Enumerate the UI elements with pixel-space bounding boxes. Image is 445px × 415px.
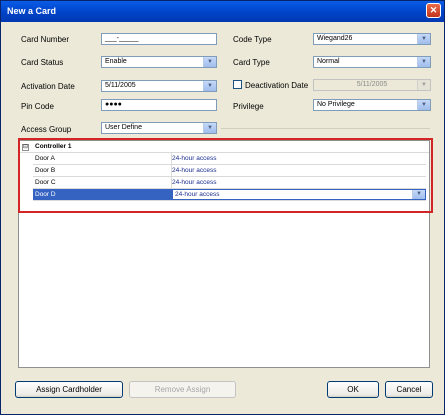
deactivation-date-label: Deactivation Date [245, 81, 309, 90]
card-type-select[interactable]: Normal ▼ [313, 56, 431, 68]
title-bar[interactable]: New a Card ✕ [1, 1, 444, 22]
card-status-label: Card Status [21, 58, 64, 67]
ok-button[interactable]: OK [327, 381, 379, 398]
chevron-down-icon[interactable]: ▼ [203, 81, 216, 91]
code-type-label: Code Type [233, 35, 272, 44]
code-type-select[interactable]: Wiegand26 ▼ [313, 33, 431, 45]
group-divider [221, 128, 430, 129]
card-number-value: ___-_____ [105, 35, 139, 42]
chevron-down-icon[interactable]: ▼ [417, 100, 430, 110]
chevron-down-icon[interactable]: ▼ [203, 123, 216, 133]
pin-code-label: Pin Code [21, 102, 54, 111]
card-type-label: Card Type [233, 58, 270, 67]
assign-cardholder-button[interactable]: Assign Cardholder [15, 381, 123, 398]
card-number-input[interactable]: ___-_____ [101, 33, 217, 45]
code-type-value: Wiegand26 [317, 35, 353, 42]
close-icon: ✕ [429, 5, 438, 15]
pin-code-value: ●●●● [105, 101, 122, 108]
card-number-label: Card Number [21, 35, 70, 44]
chevron-down-icon[interactable]: ▼ [203, 57, 216, 67]
access-group-value: User Define [105, 124, 142, 131]
highlight-annotation [18, 138, 433, 213]
access-group-select[interactable]: User Define ▼ [101, 122, 217, 134]
new-card-dialog: New a Card ✕ Card Number ___-_____ Card … [0, 0, 445, 415]
card-type-value: Normal [317, 58, 340, 65]
deactivation-date-picker: 5/11/2005 ▼ [313, 79, 431, 91]
privilege-label: Privilege [233, 102, 264, 111]
privilege-value: No Privilege [317, 101, 355, 108]
activation-date-label: Activation Date [21, 82, 75, 91]
deactivation-date-value: 5/11/2005 [356, 81, 388, 88]
chevron-down-icon[interactable]: ▼ [417, 57, 430, 67]
window-title: New a Card [7, 6, 57, 16]
remove-assign-button: Remove Assign [129, 381, 236, 398]
deactivation-date-checkbox[interactable] [233, 80, 242, 89]
pin-code-input[interactable]: ●●●● [101, 99, 217, 111]
access-group-label: Access Group [21, 125, 72, 134]
close-button[interactable]: ✕ [426, 3, 441, 18]
activation-date-picker[interactable]: 5/11/2005 ▼ [101, 80, 217, 92]
chevron-down-icon: ▼ [417, 80, 430, 90]
privilege-select[interactable]: No Privilege ▼ [313, 99, 431, 111]
card-status-value: Enable [105, 58, 127, 65]
chevron-down-icon[interactable]: ▼ [417, 34, 430, 44]
card-status-select[interactable]: Enable ▼ [101, 56, 217, 68]
cancel-button[interactable]: Cancel [385, 381, 433, 398]
activation-date-value: 5/11/2005 [105, 82, 136, 89]
